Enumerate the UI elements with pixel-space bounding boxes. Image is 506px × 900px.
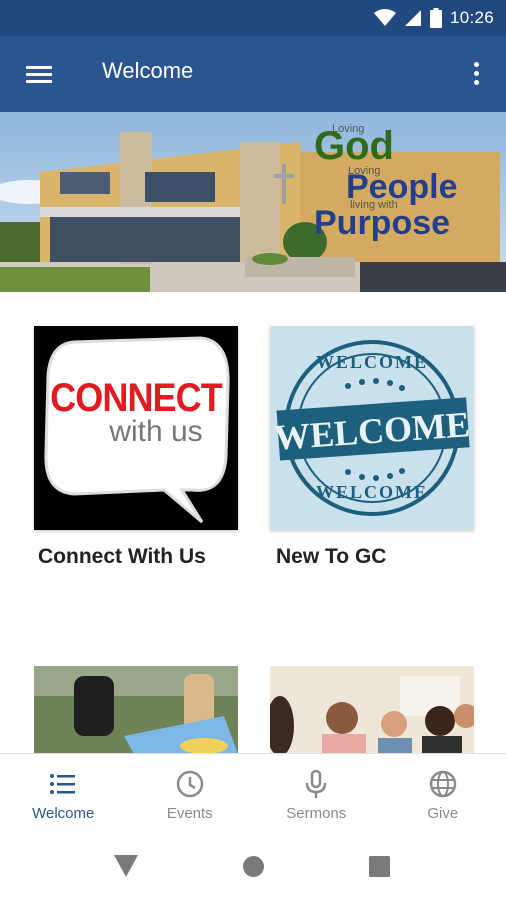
app-bar: Welcome bbox=[0, 36, 506, 112]
hamburger-menu-icon[interactable] bbox=[22, 60, 56, 88]
bottom-navigation: Welcome Events Sermons Give bbox=[0, 753, 506, 835]
connect-art-text: CONNECT with us bbox=[34, 376, 238, 449]
status-time: 10:26 bbox=[449, 8, 494, 27]
connect-with-us-label[interactable]: Connect With Us bbox=[38, 545, 206, 569]
recents-icon[interactable] bbox=[369, 856, 390, 877]
wifi-icon bbox=[373, 9, 396, 26]
nav-item-events[interactable]: Events bbox=[127, 754, 254, 835]
connect-art-line1: CONNECT bbox=[50, 376, 223, 420]
new-to-gc-label[interactable]: New To GC bbox=[276, 545, 386, 569]
nav-item-give[interactable]: Give bbox=[380, 754, 506, 835]
hero-line3-big: Purpose bbox=[314, 204, 451, 242]
welcome-stamp-top: WELCOME bbox=[315, 352, 428, 372]
welcome-stamp-bottom: WELCOME bbox=[315, 482, 428, 502]
hero-tagline: Loving God Loving People living with Pur… bbox=[314, 122, 494, 242]
overflow-menu-icon[interactable] bbox=[466, 58, 486, 90]
back-icon[interactable] bbox=[114, 855, 138, 877]
status-bar: 10:26 bbox=[0, 0, 506, 36]
nav-label-sermons: Sermons bbox=[286, 805, 347, 822]
hero-banner: Loving God Loving People living with Pur… bbox=[0, 112, 506, 292]
tile-partial-left[interactable] bbox=[34, 666, 238, 754]
globe-icon bbox=[429, 770, 456, 798]
page-title: Welcome bbox=[102, 58, 194, 83]
system-navigation-bar bbox=[0, 835, 506, 900]
battery-icon bbox=[429, 8, 442, 28]
clock-icon bbox=[176, 770, 203, 798]
nav-label-events: Events bbox=[166, 805, 213, 822]
home-icon[interactable] bbox=[243, 856, 264, 877]
nav-label-give: Give bbox=[427, 805, 459, 822]
nav-label-welcome: Welcome bbox=[32, 805, 95, 822]
microphone-icon bbox=[306, 769, 327, 798]
running-shoes-image bbox=[34, 666, 238, 754]
tile-partial-right[interactable] bbox=[270, 666, 474, 754]
new-to-gc-tile[interactable]: WELCOME WELCOME WELCOME bbox=[270, 326, 474, 530]
hero-line1-big: God bbox=[314, 124, 394, 168]
list-icon bbox=[50, 774, 76, 794]
status-icons: 10:26 bbox=[373, 6, 494, 30]
nav-item-sermons[interactable]: Sermons bbox=[253, 754, 380, 835]
nav-item-welcome[interactable]: Welcome bbox=[0, 754, 127, 835]
group-of-people-image bbox=[270, 666, 474, 754]
connect-with-us-tile[interactable]: CONNECT with us bbox=[34, 326, 238, 530]
cell-signal-icon bbox=[404, 10, 421, 26]
